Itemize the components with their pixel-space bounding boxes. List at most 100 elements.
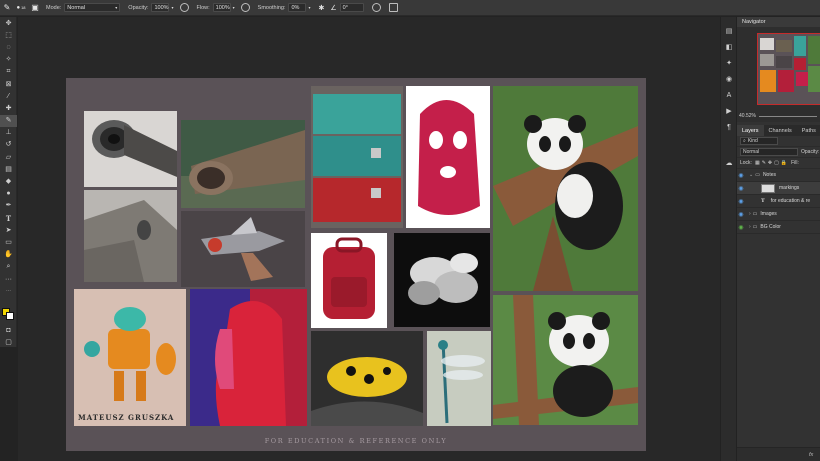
more-tools-2-icon[interactable]: ⋯ — [0, 285, 17, 297]
rusty-cannon-image — [181, 130, 305, 208]
lock-artboard-icon[interactable]: ▢ — [774, 160, 779, 166]
layer-bg-color[interactable]: ◉ › ▭ BG Color — [737, 221, 820, 234]
pressure-size-icon[interactable] — [371, 3, 381, 12]
opacity-label: Opacity: — [128, 4, 149, 11]
brush-icon[interactable]: ✎ — [0, 114, 17, 127]
path-select-icon[interactable]: ➤ — [0, 224, 17, 236]
actions-panel-icon[interactable]: ▶ — [721, 103, 737, 119]
visibility-eye-icon[interactable]: ◉ — [737, 223, 745, 231]
lock-brush-icon[interactable]: ✎ — [762, 160, 766, 166]
zoom-icon[interactable]: ⌕ — [0, 261, 17, 273]
screen-mode-icon[interactable]: ▢ — [0, 336, 17, 348]
blur-icon[interactable]: ◆ — [0, 175, 17, 187]
options-bar: ✎ ● 18 ▣ Mode: Normal ▾ Opacity: 100% ▾ F… — [0, 0, 820, 16]
visibility-eye-icon[interactable]: ◉ — [737, 210, 745, 218]
chevron-right-icon[interactable]: › — [749, 211, 751, 217]
blend-mode-select[interactable]: Normal — [740, 148, 798, 156]
eyedropper-icon[interactable]: ⁄ — [0, 90, 17, 102]
fill-label: Fill: — [791, 160, 799, 166]
color-panel-icon[interactable]: ◉ — [721, 71, 737, 87]
libraries-panel-icon[interactable]: ☁ — [721, 155, 737, 171]
angle-field[interactable]: 0° — [339, 3, 364, 12]
healing-brush-icon[interactable]: ✚ — [0, 102, 17, 114]
pen-icon[interactable]: ✒ — [0, 200, 17, 212]
tab-channels[interactable]: Channels — [764, 125, 797, 136]
layer-filter-select[interactable]: ⌕ Kind — [740, 137, 778, 145]
smoothing-chevron-icon[interactable]: ▾ — [308, 5, 310, 10]
properties-panel-icon[interactable]: ◧ — [721, 39, 737, 55]
magic-wand-icon[interactable]: ✧ — [0, 54, 17, 66]
navigator-thumbnail[interactable] — [757, 33, 820, 105]
balaclava-image — [418, 100, 480, 215]
navigator-zoom[interactable]: 40.52% — [739, 113, 756, 119]
smoothing-field[interactable]: 0% — [288, 3, 307, 12]
airbrush-icon[interactable] — [240, 3, 250, 12]
navigator-zoom-slider[interactable] — [759, 116, 817, 117]
paragraph-panel-icon[interactable]: ¶ — [721, 119, 737, 135]
opacity-field[interactable]: 100% — [151, 3, 170, 12]
brush-settings-icon[interactable]: ▣ — [28, 1, 42, 15]
layer-name: BG Color — [760, 224, 781, 230]
chevron-down-icon[interactable]: ⌄ — [749, 172, 753, 178]
navigator-title[interactable]: Navigator — [737, 17, 820, 27]
background-color-swatch[interactable] — [6, 312, 14, 320]
quick-mask-icon[interactable]: ◘ — [0, 324, 17, 336]
adjustments-panel-icon[interactable]: ✦ — [721, 55, 737, 71]
more-tools-icon[interactable]: ··· — [0, 273, 17, 285]
cannon-barrel-photo — [84, 111, 177, 187]
layer-education-text[interactable]: ◉ T for education & re — [737, 195, 820, 208]
dodge-icon[interactable]: ● — [0, 188, 17, 200]
angle-value: 0° — [342, 4, 348, 11]
pressure-opacity-icon[interactable] — [179, 3, 189, 12]
crop-icon[interactable]: ⌗ — [0, 66, 17, 78]
robot-image — [84, 307, 176, 401]
lasso-icon[interactable]: ◌ — [0, 41, 17, 53]
type-icon[interactable]: T — [0, 212, 17, 224]
marquee-icon[interactable]: ⬚ — [0, 29, 17, 41]
brush-tool-icon[interactable]: ✎ — [0, 1, 14, 15]
document-canvas[interactable]: MATEUSZ GRUSZKA FOR EDUCATION & REFERENC… — [66, 78, 646, 451]
layer-images[interactable]: ◉ › ▭ Images — [737, 208, 820, 221]
rectangle-icon[interactable]: ▭ — [0, 236, 17, 248]
symmetry-icon[interactable] — [388, 3, 398, 12]
gradient-icon[interactable]: ▤ — [0, 163, 17, 175]
visibility-eye-icon[interactable]: ◉ — [737, 171, 745, 179]
panda-on-branch-image — [493, 295, 638, 425]
history-panel-icon[interactable]: ▤ — [721, 23, 737, 39]
toolboxes-image — [313, 94, 401, 222]
flow-chevron-icon[interactable]: ▾ — [233, 5, 235, 10]
clone-stamp-icon[interactable]: ⊥ — [0, 127, 17, 139]
blend-row: Normal Opacity: — [737, 147, 820, 158]
fx-icon[interactable]: fx — [809, 452, 813, 458]
layer-notes[interactable]: ◉ ⌄ ▭ Notes — [737, 169, 820, 182]
flow-field[interactable]: 100% — [212, 3, 231, 12]
balaclava-photo — [406, 86, 490, 228]
lock-pixels-icon[interactable]: ▦ — [755, 160, 760, 166]
move-icon[interactable]: ✥ — [0, 17, 17, 29]
history-brush-icon[interactable]: ↺ — [0, 139, 17, 151]
character-panel-icon[interactable]: A — [721, 87, 737, 103]
eraser-icon[interactable]: ▱ — [0, 151, 17, 163]
document-caption: FOR EDUCATION & REFERENCE ONLY — [264, 437, 448, 445]
tab-paths[interactable]: Paths — [797, 125, 820, 136]
lock-move-icon[interactable]: ✥ — [768, 160, 772, 166]
visibility-eye-icon[interactable]: ◉ — [737, 184, 745, 192]
layer-name: Images — [760, 211, 777, 217]
neon-portrait-photo — [190, 289, 307, 426]
gear-icon[interactable]: ✱ — [319, 4, 325, 12]
brush-preset-icon[interactable]: ● 18 — [14, 1, 28, 15]
chevron-right-icon[interactable]: › — [749, 224, 751, 230]
layer-markings[interactable]: ◉ markings — [737, 182, 820, 195]
folder-icon: ▭ — [752, 224, 758, 230]
tab-layers[interactable]: Layers — [737, 125, 764, 136]
navigator-preview — [760, 36, 820, 92]
layers-footer: fx — [737, 447, 820, 461]
opacity-chevron-icon[interactable]: ▾ — [171, 5, 173, 10]
canvas-area[interactable]: MATEUSZ GRUSZKA FOR EDUCATION & REFERENC… — [18, 17, 720, 461]
visibility-eye-icon[interactable]: ◉ — [737, 197, 745, 205]
lock-all-icon[interactable]: 🔒 — [781, 160, 787, 166]
poison-frog-photo — [311, 331, 423, 426]
mode-select[interactable]: Normal ▾ — [64, 3, 121, 12]
frame-icon[interactable]: ⊠ — [0, 78, 17, 90]
hand-icon[interactable]: ✋ — [0, 249, 17, 261]
